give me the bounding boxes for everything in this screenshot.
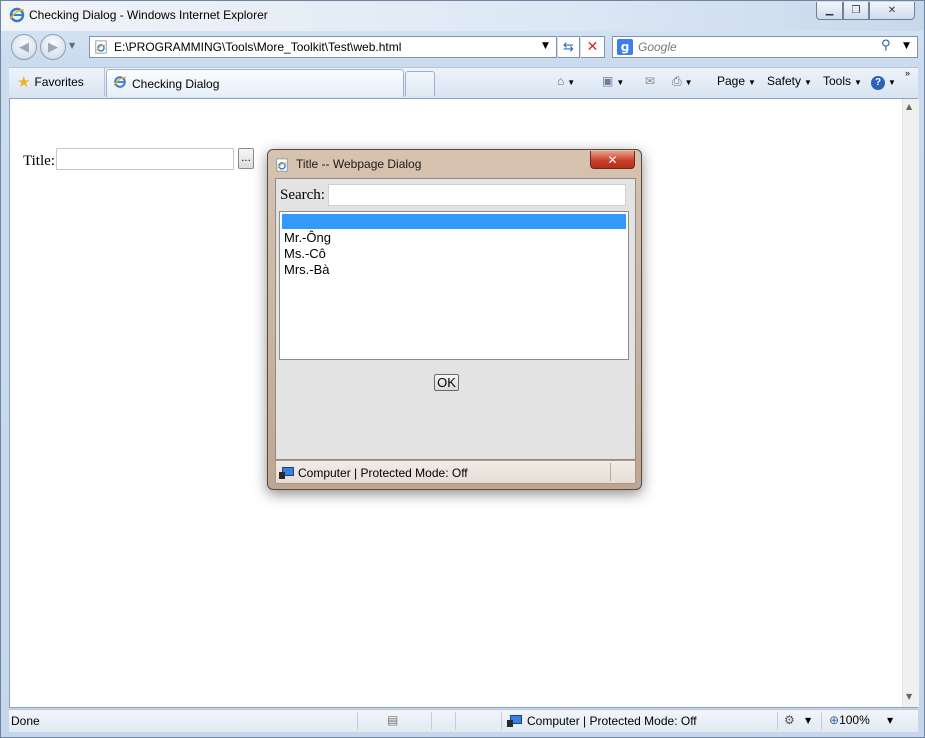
address-bar[interactable]: E:\PROGRAMMING\Tools\More_Toolkit\Test\w… (89, 36, 557, 58)
dialog-body: Search: Mr.-Ông Ms.-Cô Mrs.-Bà OK (275, 178, 636, 460)
status-text: Done (11, 714, 40, 728)
tab-label: Checking Dialog (132, 76, 220, 91)
security-zone-text: Computer | Protected Mode: Off (527, 714, 697, 728)
status-separator (431, 712, 432, 730)
status-separator (610, 463, 611, 481)
dialog-close-button[interactable]: ✕ (590, 151, 635, 169)
print-dropdown-icon[interactable]: ▼ (685, 78, 693, 87)
chevron-down-icon[interactable]: ▼ (805, 716, 811, 725)
safety-menu-label: Safety (767, 74, 802, 88)
status-separator (777, 712, 778, 730)
search-placeholder[interactable]: Google (638, 40, 677, 54)
refresh-button[interactable]: ⇆ (558, 36, 580, 58)
chevron-down-icon: ▼ (804, 78, 812, 87)
ie-logo-icon (9, 7, 25, 26)
new-tab-button[interactable] (405, 71, 435, 96)
dialog-ie-icon (275, 158, 289, 175)
home-icon: ⌂ (557, 74, 565, 88)
help-menu[interactable]: ? ▼ (871, 74, 896, 90)
command-bar: ★ Favorites Checking Dialog ⌂ ▼ ▣ ▼ ✉ ⎙ ▼ P… (9, 67, 918, 98)
tab-checking-dialog[interactable]: Checking Dialog (106, 69, 404, 97)
computer-zone-icon (279, 466, 295, 483)
page-icon (94, 40, 108, 57)
forward-button[interactable]: ▶ (40, 34, 66, 60)
printer-icon: ⎙ (672, 74, 682, 88)
zoom-level[interactable]: ⊕100% (829, 713, 870, 727)
status-separator (821, 712, 822, 730)
status-separator (357, 712, 358, 730)
page-menu-label: Page (717, 74, 746, 88)
chevron-down-icon: ▼ (854, 78, 862, 87)
refresh-icon: ⇆ (563, 39, 574, 55)
window-title: Checking Dialog - Windows Internet Explo… (29, 8, 268, 22)
search-label: Search: (280, 187, 325, 203)
recent-pages-dropdown[interactable]: ▼ (69, 41, 75, 50)
browse-button[interactable]: ... (238, 148, 254, 169)
scroll-up-icon[interactable]: ▲ (906, 102, 912, 111)
search-magnifier-icon[interactable]: ⚲ (881, 38, 891, 53)
dialog-security-zone-text: Computer | Protected Mode: Off (298, 466, 468, 480)
address-text[interactable]: E:\PROGRAMMING\Tools\More_Toolkit\Test\w… (114, 40, 401, 54)
google-g-icon[interactable]: g (617, 39, 633, 55)
status-bar: Done ▤ Computer | Protected Mode: Off ⚙ … (9, 709, 918, 732)
safety-menu[interactable]: Safety ▼ (767, 74, 812, 88)
list-item-selected[interactable] (282, 214, 626, 229)
close-button[interactable]: ✕ (869, 2, 915, 20)
back-button[interactable]: ◀ (11, 34, 37, 60)
change-status-bar-settings-icon[interactable]: ⚙ (784, 713, 795, 727)
dialog-title: Title -- Webpage Dialog (296, 157, 422, 171)
zoom-dropdown-icon[interactable]: ▼ (887, 716, 893, 725)
tools-menu[interactable]: Tools ▼ (823, 74, 862, 88)
dialog-status-bar: Computer | Protected Mode: Off (275, 460, 636, 484)
list-item[interactable]: Mr.-Ông (284, 230, 331, 245)
computer-zone-icon (507, 714, 523, 731)
read-mail-button[interactable]: ✉ (645, 74, 655, 88)
zoom-value: 100% (839, 713, 870, 727)
home-dropdown-icon[interactable]: ▼ (567, 78, 575, 87)
back-arrow-icon: ◀ (19, 39, 29, 55)
forward-arrow-icon: ▶ (48, 39, 58, 55)
feeds-button[interactable]: ▣ ▼ (602, 74, 624, 88)
more-chevron-icon[interactable]: » (905, 68, 910, 78)
help-icon: ? (871, 76, 885, 90)
status-separator (501, 712, 502, 730)
stop-button[interactable]: ✕ (581, 36, 605, 58)
page-report-icon[interactable]: ▤ (387, 713, 398, 727)
print-button[interactable]: ⎙ ▼ (672, 74, 693, 89)
vertical-scrollbar[interactable]: ▲ ▼ (902, 99, 919, 707)
stop-icon: ✕ (586, 39, 599, 55)
chevron-down-icon: ▼ (748, 78, 756, 87)
webpage-dialog: Title -- Webpage Dialog ✕ Search: Mr.-Ôn… (267, 149, 642, 490)
scroll-down-icon[interactable]: ▼ (906, 692, 912, 701)
address-dropdown-icon[interactable]: ▼ (542, 41, 549, 51)
chevron-down-icon: ▼ (888, 78, 896, 87)
page-menu[interactable]: Page ▼ (717, 74, 756, 88)
home-button[interactable]: ⌂ ▼ (557, 74, 575, 88)
favorites-star-icon: ★ (17, 73, 31, 91)
minimize-button[interactable]: ▁ (816, 2, 843, 20)
feeds-dropdown-icon[interactable]: ▼ (616, 78, 624, 87)
zoom-magnifier-icon: ⊕ (829, 713, 840, 727)
title-label: Title: (23, 153, 55, 169)
favorites-label: Favorites (34, 75, 84, 89)
search-options-dropdown[interactable]: ▼ (903, 41, 910, 51)
favorites-button[interactable]: ★ Favorites (9, 68, 105, 96)
tab-ie-icon (113, 75, 127, 92)
ok-button[interactable]: OK (434, 374, 459, 391)
list-item[interactable]: Mrs.-Bà (284, 262, 330, 277)
title-input[interactable] (56, 148, 234, 170)
tools-menu-label: Tools (823, 74, 852, 88)
rss-feed-icon: ▣ (602, 74, 614, 88)
search-input[interactable] (328, 184, 626, 206)
maximize-button[interactable]: ❐ (843, 2, 869, 20)
mail-icon: ✉ (645, 74, 656, 88)
status-separator (455, 712, 456, 730)
title-bar: Checking Dialog - Windows Internet Explo… (1, 1, 924, 31)
list-item[interactable]: Ms.-Cô (284, 246, 326, 261)
search-box[interactable]: g Google ⚲ ▼ (612, 36, 918, 58)
title-listbox[interactable]: Mr.-Ông Ms.-Cô Mrs.-Bà (279, 211, 629, 360)
